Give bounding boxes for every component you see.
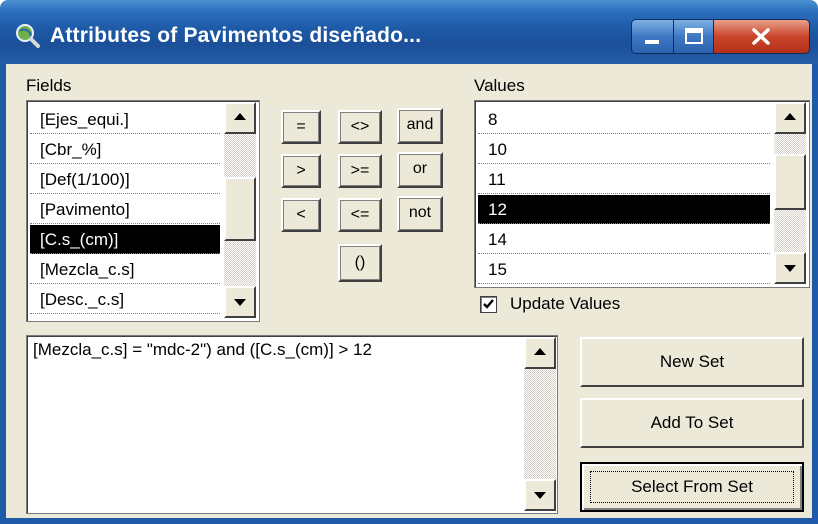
and-button[interactable]: and: [397, 108, 443, 144]
fields-scroll-up-button[interactable]: [224, 102, 256, 134]
add-to-set-button[interactable]: Add To Set: [580, 398, 804, 448]
window-title: Attributes of Pavimentos diseñado...: [50, 24, 422, 47]
update-values-checkbox[interactable]: [480, 296, 497, 313]
window-controls: [631, 19, 810, 54]
field-item[interactable]: [Pavimento]: [30, 195, 220, 224]
expression-scroll-down-button[interactable]: [524, 479, 556, 511]
expression-scroll-up-button[interactable]: [524, 337, 556, 369]
value-item[interactable]: 8: [478, 105, 770, 134]
value-item[interactable]: 11: [478, 165, 770, 194]
arrow-up-icon: [234, 113, 246, 120]
field-item[interactable]: [Cbr_%]: [30, 135, 220, 164]
values-scrollbar[interactable]: [774, 102, 806, 284]
less-equal-button[interactable]: <=: [338, 198, 382, 232]
minimize-button[interactable]: [632, 20, 674, 53]
expression-text: [Mezcla_c.s] = "mdc-2") and ([C.s_(cm)] …: [33, 340, 372, 359]
magnifier-globe-icon: [16, 24, 40, 48]
value-item[interactable]: 15: [478, 255, 770, 284]
greater-equal-button[interactable]: >=: [338, 154, 382, 188]
value-item[interactable]: 14: [478, 225, 770, 254]
close-icon: [752, 28, 770, 45]
fields-scroll-down-button[interactable]: [224, 286, 256, 318]
or-button[interactable]: or: [397, 152, 443, 188]
field-item[interactable]: [Mezcla_c.s]: [30, 255, 220, 284]
fields-scroll-thumb[interactable]: [224, 177, 256, 241]
arrow-down-icon: [234, 299, 246, 306]
attributes-query-window: Attributes of Pavimentos diseñado... Fie…: [0, 0, 818, 524]
expression-textarea[interactable]: [Mezcla_c.s] = "mdc-2") and ([C.s_(cm)] …: [26, 335, 558, 514]
fields-list[interactable]: [Ejes_equi.] [Cbr_%] [Def(1/100)] [Pavim…: [26, 100, 260, 322]
greater-than-button[interactable]: >: [281, 154, 321, 188]
values-list[interactable]: 8 10 11 12 14 15: [474, 100, 810, 288]
parentheses-button[interactable]: (): [338, 244, 382, 282]
values-scroll-thumb[interactable]: [774, 154, 806, 210]
expression-scrollbar[interactable]: [524, 337, 556, 511]
less-than-button[interactable]: <: [281, 198, 321, 232]
arrow-up-icon: [784, 113, 796, 120]
maximize-button[interactable]: [674, 20, 714, 53]
window-border-bottom: [0, 518, 818, 524]
maximize-icon: [685, 28, 703, 44]
new-set-button[interactable]: New Set: [580, 337, 804, 387]
minimize-icon: [645, 40, 659, 44]
field-item-selected[interactable]: [C.s_(cm)]: [30, 225, 220, 254]
value-item-selected[interactable]: 12: [478, 195, 770, 224]
field-item[interactable]: [Def(1/100)]: [30, 165, 220, 194]
field-item[interactable]: [Desc._c.s]: [30, 285, 220, 314]
window-border-right: [812, 64, 818, 524]
fields-scrollbar[interactable]: [224, 102, 256, 318]
values-scroll-up-button[interactable]: [774, 102, 806, 134]
arrow-up-icon: [534, 348, 546, 355]
not-equals-button[interactable]: <>: [338, 110, 382, 144]
value-item[interactable]: 10: [478, 135, 770, 164]
close-button[interactable]: [714, 20, 809, 53]
arrow-down-icon: [534, 492, 546, 499]
update-values-label[interactable]: Update Values: [510, 294, 620, 314]
title-bar[interactable]: Attributes of Pavimentos diseñado...: [0, 0, 818, 64]
values-scroll-down-button[interactable]: [774, 252, 806, 284]
equals-button[interactable]: =: [281, 110, 321, 144]
arrow-down-icon: [784, 265, 796, 272]
focus-rectangle: [590, 471, 794, 503]
checkmark-icon: [483, 299, 494, 309]
field-item[interactable]: [Ejes_equi.]: [30, 105, 220, 134]
values-label: Values: [474, 76, 525, 95]
fields-label: Fields: [26, 76, 72, 95]
select-from-set-button[interactable]: Select From Set: [580, 462, 804, 512]
not-button[interactable]: not: [397, 196, 443, 232]
